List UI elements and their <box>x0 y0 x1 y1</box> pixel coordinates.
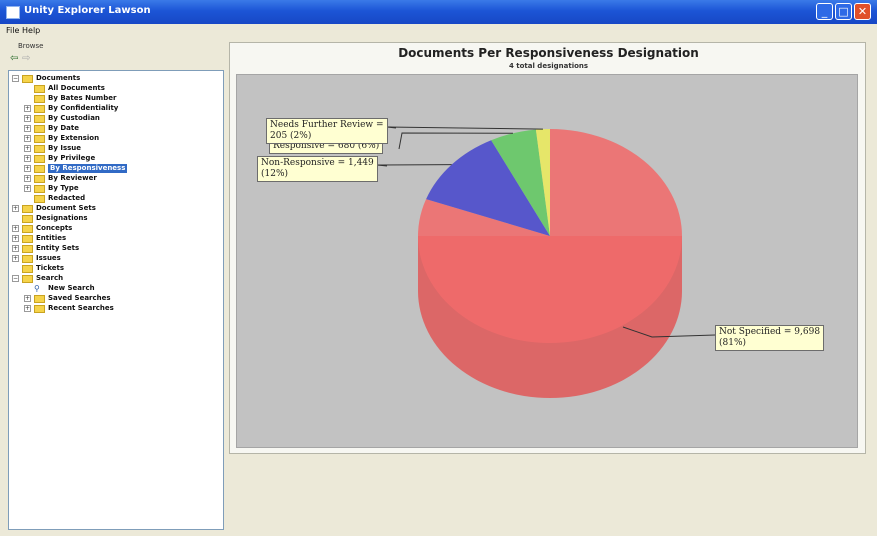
chart-subtitle: 4 total designations <box>508 62 589 70</box>
folder-icon <box>34 125 45 133</box>
collapse-icon[interactable]: − <box>12 75 19 82</box>
tree-item-label: Recent Searches <box>48 304 114 312</box>
tree-item-label: All Documents <box>48 84 105 92</box>
tree-item-label: By Reviewer <box>48 174 97 182</box>
browse-tree[interactable]: − Documents All Documents By Bates Number + B… <box>8 70 224 530</box>
expand-icon[interactable]: + <box>24 155 31 162</box>
folder-icon <box>22 235 33 243</box>
chart-title: Documents Per Responsiveness Designation <box>398 46 699 60</box>
minimize-button[interactable]: _ <box>816 3 833 20</box>
expand-icon[interactable]: + <box>24 105 31 112</box>
tree-item-label: Entities <box>36 234 67 242</box>
folder-icon <box>34 185 45 193</box>
expand-icon[interactable]: + <box>24 135 31 142</box>
folder-icon <box>34 95 45 103</box>
search-icon: ⚲ <box>34 284 40 293</box>
menu-file[interactable]: File <box>6 26 19 35</box>
tree-item-label: By Custodian <box>48 114 100 122</box>
expand-icon[interactable]: + <box>24 185 31 192</box>
expand-icon[interactable]: + <box>12 205 19 212</box>
folder-icon <box>34 115 45 123</box>
tree-item-label: By Bates Number <box>48 94 117 102</box>
expand-icon[interactable]: + <box>24 305 31 312</box>
label-leader-line <box>376 164 452 167</box>
slice-label: Non-Responsive = 1,449 (12%) <box>257 156 378 182</box>
expand-icon[interactable]: + <box>12 245 19 252</box>
folder-icon <box>34 105 45 113</box>
expand-icon[interactable]: + <box>12 255 19 262</box>
expand-icon[interactable]: + <box>12 235 19 242</box>
tree-item-label: By Type <box>48 184 79 192</box>
menu-bar: File Help <box>0 24 877 38</box>
folder-icon <box>22 225 33 233</box>
folder-icon <box>34 165 45 173</box>
expand-icon[interactable]: + <box>24 115 31 122</box>
folder-icon <box>34 175 45 183</box>
expand-icon[interactable]: + <box>24 175 31 182</box>
close-button[interactable]: ✕ <box>854 3 871 20</box>
browse-panel: Browse ⇦ ⇨ − Documents All Documents By Bat… <box>4 40 224 532</box>
tree-item-label: By Confidentiality <box>48 104 119 112</box>
folder-icon <box>22 275 33 283</box>
tree-item-label: By Date <box>48 124 79 132</box>
collapse-icon[interactable]: − <box>12 275 19 282</box>
tree-item-label: New Search <box>48 284 95 292</box>
folder-icon <box>22 255 33 263</box>
tree-item-label: Search <box>36 274 64 282</box>
tree-item-label: Concepts <box>36 224 73 232</box>
folder-icon <box>34 295 45 303</box>
label-leader-line <box>386 126 543 130</box>
expand-icon[interactable]: + <box>24 145 31 152</box>
expand-icon[interactable]: + <box>24 125 31 132</box>
tree-item-label: By Extension <box>48 134 100 142</box>
expand-icon[interactable]: + <box>24 295 31 302</box>
tree-item-label: Saved Searches <box>48 294 111 302</box>
tree-item-label: By Responsiveness <box>48 164 128 173</box>
expand-icon[interactable]: + <box>12 225 19 232</box>
expand-icon[interactable]: + <box>24 165 31 172</box>
folder-icon <box>22 215 33 223</box>
tree-item-label: Designations <box>36 214 88 222</box>
folder-icon <box>34 145 45 153</box>
tree-item-label: Documents <box>36 74 81 82</box>
slice-label: Not Specified = 9,698 (81%) <box>715 325 825 351</box>
title-bar: Unity Explorer Lawson _ □ ✕ <box>0 0 877 24</box>
folder-icon <box>22 205 33 213</box>
window-title: Unity Explorer Lawson <box>24 5 151 16</box>
menu-help[interactable]: Help <box>22 26 40 35</box>
tree-item-label: Redacted <box>48 194 86 202</box>
tree-item-label: Issues <box>36 254 61 262</box>
folder-icon <box>22 75 33 83</box>
folder-icon <box>34 155 45 163</box>
folder-icon <box>34 135 45 143</box>
app-icon <box>6 6 20 19</box>
folder-icon <box>34 305 45 313</box>
forward-icon[interactable]: ⇨ <box>22 54 32 64</box>
maximize-button[interactable]: □ <box>835 3 852 20</box>
bottom-area <box>229 458 866 532</box>
pie-plot-area: Not Specified = 9,698 (81%) Non-Responsiv… <box>236 74 858 448</box>
folder-icon <box>22 245 33 253</box>
tree-item-label: Entity Sets <box>36 244 80 252</box>
tree-item-label: Tickets <box>36 264 65 272</box>
folder-icon <box>22 265 33 273</box>
back-icon[interactable]: ⇦ <box>10 54 20 64</box>
slice-label: Needs Further Review = 205 (2%) <box>266 118 388 144</box>
folder-icon <box>34 195 45 203</box>
tree-item-label: By Issue <box>48 144 82 152</box>
folder-icon <box>34 85 45 93</box>
tree-item-label: Document Sets <box>36 204 96 212</box>
chart-panel: Documents Per Responsiveness Designation… <box>229 42 866 454</box>
tree-item-label: By Privilege <box>48 154 96 162</box>
browse-header: Browse <box>18 42 44 50</box>
